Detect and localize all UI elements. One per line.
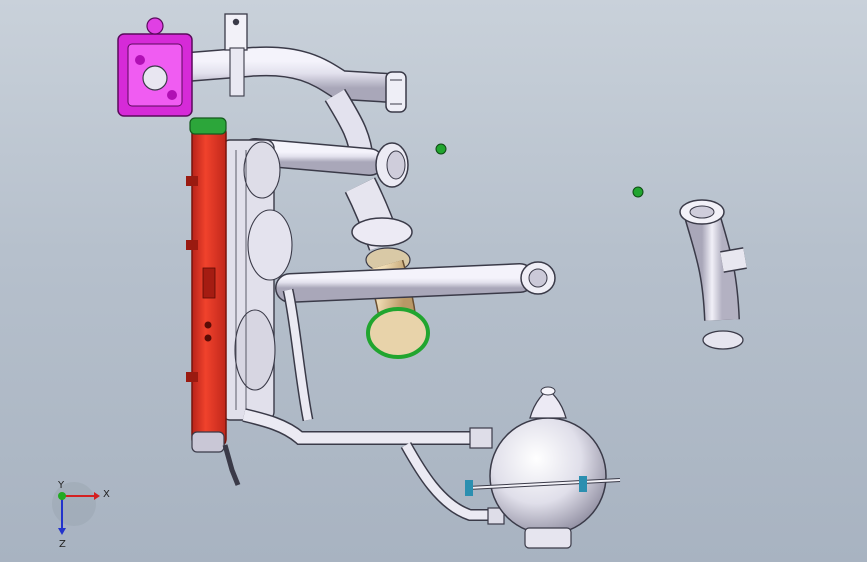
x-label: X bbox=[103, 489, 110, 500]
fitting-green-1[interactable] bbox=[435, 143, 447, 155]
z-arrow-icon bbox=[58, 528, 66, 535]
z-label: Z bbox=[59, 539, 66, 550]
y-label: Y bbox=[57, 480, 65, 491]
cad-viewport[interactable]: X Y Z bbox=[0, 0, 867, 562]
orientation-triad: X Y Z bbox=[52, 480, 110, 550]
lower-mid-pipe[interactable] bbox=[275, 261, 556, 303]
x-arrow-icon bbox=[94, 492, 100, 500]
radiator[interactable] bbox=[186, 117, 227, 453]
y-axis-dot bbox=[58, 492, 66, 500]
separate-hose[interactable] bbox=[679, 199, 747, 350]
cad-model-scene[interactable]: X Y Z bbox=[0, 0, 867, 562]
pink-bracket[interactable] bbox=[117, 17, 193, 117]
diagonal-hose[interactable] bbox=[344, 177, 413, 273]
fitting-green-2[interactable] bbox=[632, 186, 644, 198]
